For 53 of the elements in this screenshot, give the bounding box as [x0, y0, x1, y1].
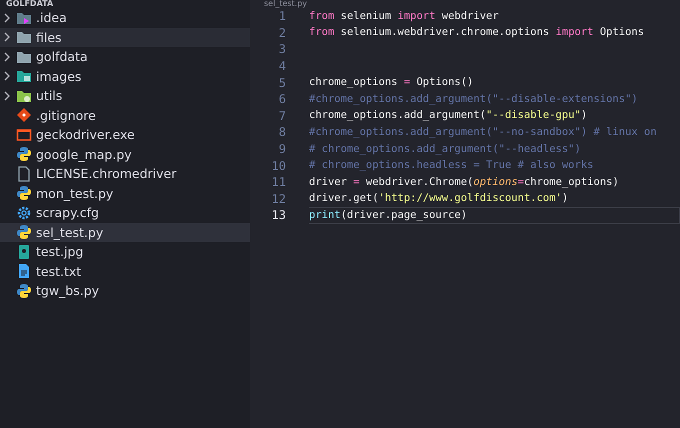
git-icon: [16, 107, 32, 124]
image-file-icon: [16, 244, 32, 260]
file-tree-item[interactable]: scrapy.cfg: [0, 203, 250, 222]
code-line: # chrome_options.headless = True # also works: [309, 158, 594, 174]
code-line: #chrome_options.add_argument("--no-sandbox") # linux on: [309, 124, 657, 140]
file-tree-item[interactable]: google_map.py: [0, 144, 250, 164]
python-icon: [16, 185, 32, 202]
code-line: # chrome_options.add_argument("--headless"): [309, 142, 581, 157]
gear-icon: [16, 204, 32, 221]
code-line: from selenium import webdriver: [309, 8, 499, 24]
line-number: 11: [270, 175, 286, 190]
file-tree-item[interactable]: .idea: [0, 8, 250, 28]
file-tree-item[interactable]: LICENSE.chromedriver: [0, 164, 250, 184]
line-number: 4: [278, 59, 286, 74]
file-tree-item[interactable]: geckodriver.exe: [0, 125, 250, 144]
window-icon: [16, 126, 32, 143]
line-number: 2: [278, 26, 286, 40]
line-number: 8: [278, 125, 286, 140]
code-line: driver = webdriver.Chrome(options=chrome_options): [309, 174, 619, 190]
line-number: 5: [278, 76, 286, 90]
line-number: 12: [270, 192, 286, 206]
line-number: 6: [278, 92, 286, 106]
python-icon: [16, 224, 32, 240]
python-icon: [16, 282, 32, 299]
text-file-icon: [16, 263, 32, 280]
code-line: print(driver.page_source): [309, 206, 680, 224]
line-number: 13: [270, 208, 286, 222]
line-number: 7: [278, 108, 286, 123]
file-tree-item[interactable]: tgw_bs.py: [0, 281, 250, 300]
folder-icon: [16, 29, 32, 46]
editor-tab[interactable]: sel_test.py: [264, 0, 308, 8]
file-tree-item[interactable]: test.jpg: [0, 242, 250, 262]
file-tree-item[interactable]: test.txt: [0, 262, 250, 281]
file-tree-item[interactable]: utils: [0, 86, 250, 106]
line-number: 1: [278, 9, 286, 24]
file-tree-item[interactable]: golfdata: [0, 47, 250, 66]
image-folder-icon: [16, 68, 32, 84]
python-icon: [16, 146, 32, 162]
file-tree-item[interactable]: files: [0, 28, 250, 47]
code-line: chrome_options = Options(): [309, 75, 474, 90]
file-tree-item[interactable]: mon_test.py: [0, 184, 250, 203]
code-line: chrome_options.add_argument("--disable-gpu"): [309, 108, 588, 124]
file-icon: [16, 166, 32, 182]
code-line: from selenium.webdriver.chrome.options import Options: [309, 25, 644, 40]
line-number: 9: [278, 142, 286, 156]
code-line: driver.get('http://www.golfdiscount.com'): [309, 191, 568, 206]
file-tree-item[interactable]: .gitignore: [0, 106, 250, 125]
explorer-title: GOLFDATA: [6, 0, 54, 8]
code-line: #chrome_options.add_argument("--disable-extensions"): [309, 92, 638, 107]
file-tree-item[interactable]: images: [0, 66, 250, 86]
file-tree-item[interactable]: sel_test.py: [0, 222, 250, 242]
line-number: 10: [270, 158, 286, 173]
line-number: 3: [278, 42, 286, 56]
